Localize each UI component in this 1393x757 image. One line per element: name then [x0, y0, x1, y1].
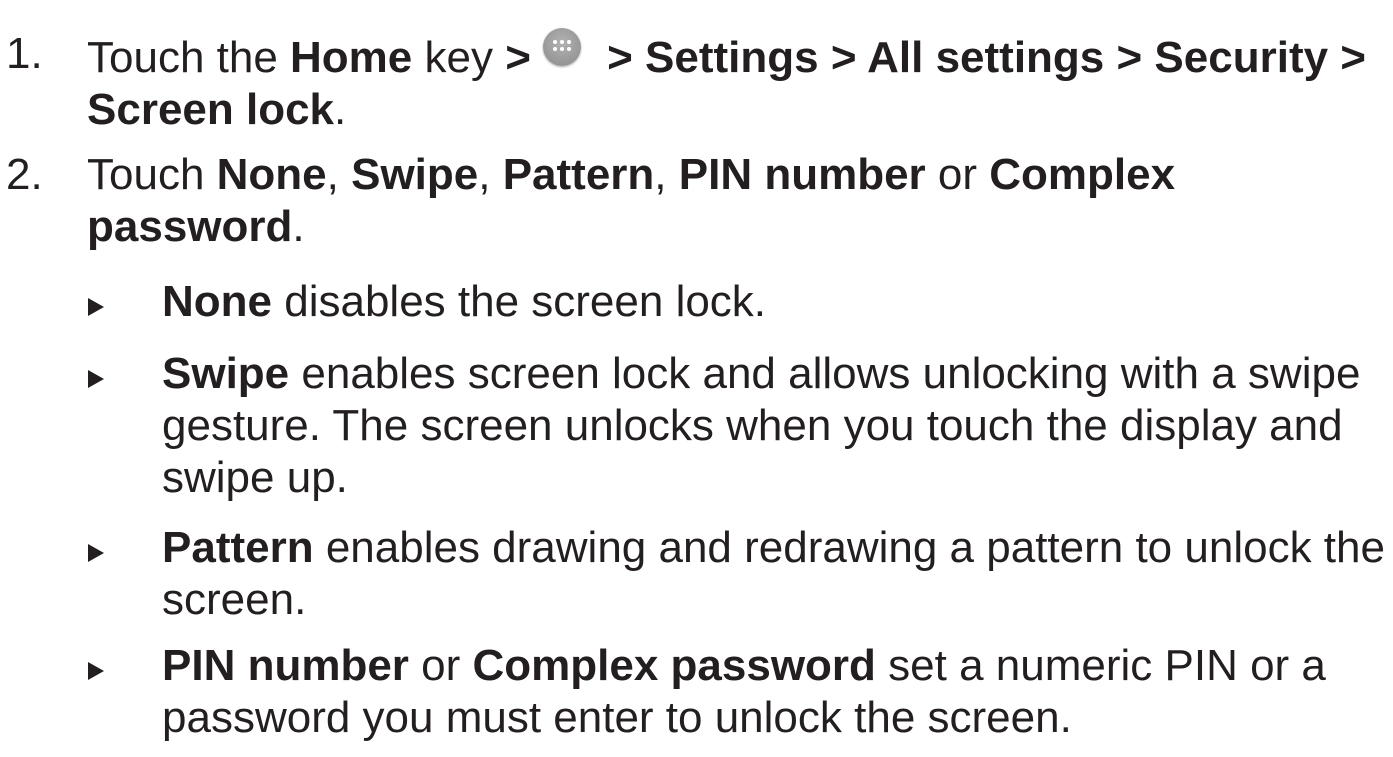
apps-launcher-icon [542, 28, 581, 66]
bullet-term: PIN number [162, 641, 409, 690]
triangle-bullet-icon [88, 298, 104, 316]
step-text-plain: , [326, 150, 352, 199]
option-none: None [216, 150, 327, 199]
bullet-term: Swipe [162, 349, 290, 398]
step-text-plain: , [478, 150, 503, 199]
bullet-connector: or [408, 641, 473, 690]
home-key-term: Home [290, 33, 413, 82]
bullet-text: Pattern enables drawing and redrawing a … [162, 522, 1387, 626]
triangle-bullet-icon [88, 662, 104, 680]
step-text-plain: . [292, 202, 305, 251]
step-text-plain: Touch [87, 150, 217, 199]
bullet-description: enables drawing and redrawing a pattern … [162, 523, 1385, 624]
step-text: Touch None, Swipe, Pattern, PIN number o… [87, 149, 1377, 253]
step-text-plain: key [412, 33, 506, 82]
step-text-plain: Touch the [87, 33, 291, 82]
bullet-text: None disables the screen lock. [162, 276, 1387, 328]
step-number: 2. [6, 150, 43, 199]
step-text-plain: , [654, 150, 679, 199]
path-separator: > [505, 33, 531, 82]
bullet-term: Pattern [162, 523, 314, 572]
step-text: Touch the Home key > > Settings > All se… [87, 28, 1377, 136]
step-number: 1. [6, 29, 43, 78]
triangle-bullet-icon [88, 544, 104, 562]
option-pin-number: PIN number [678, 150, 926, 199]
step-text-plain: . [334, 85, 347, 134]
bullet-text: Swipe enables screen lock and allows unl… [162, 348, 1387, 504]
triangle-bullet-icon [88, 370, 104, 388]
bullet-description: enables screen lock and allows unlocking… [162, 349, 1361, 502]
step-text-plain: or [925, 150, 990, 199]
bullet-term: None [162, 277, 272, 326]
option-pattern: Pattern [502, 150, 655, 199]
option-swipe: Swipe [351, 150, 479, 199]
bullet-term: Complex password [472, 641, 876, 690]
bullet-description: disables the screen lock. [272, 277, 767, 326]
bullet-text: PIN number or Complex password set a num… [162, 640, 1387, 744]
